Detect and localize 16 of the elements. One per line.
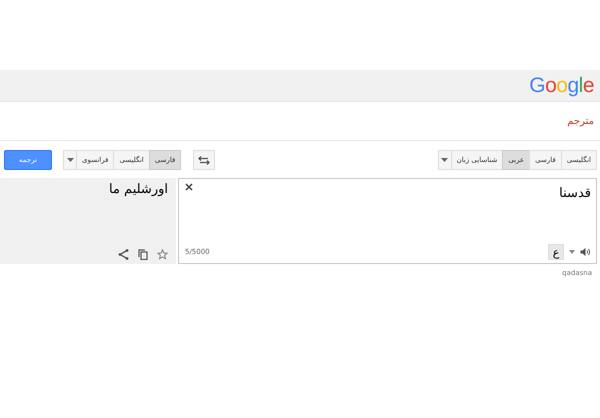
close-icon[interactable]	[185, 183, 193, 191]
source-text: قدسنا	[559, 186, 591, 201]
share-icon[interactable]	[118, 249, 129, 260]
more-languages-button[interactable]	[63, 150, 77, 170]
more-languages-button[interactable]	[438, 150, 452, 170]
copy-icon[interactable]	[138, 249, 148, 260]
star-icon[interactable]	[157, 249, 168, 260]
swap-icon	[198, 156, 210, 164]
speaker-icon[interactable]	[580, 247, 591, 257]
app-title: مترجم	[567, 116, 594, 126]
swap-languages-button[interactable]	[193, 150, 216, 170]
input-tool-button[interactable]: ع	[548, 244, 564, 260]
caret-icon	[441, 158, 448, 162]
caret-icon[interactable]	[569, 250, 575, 254]
caret-icon	[66, 158, 74, 162]
translation-text: اورشلیم ما	[109, 182, 168, 197]
